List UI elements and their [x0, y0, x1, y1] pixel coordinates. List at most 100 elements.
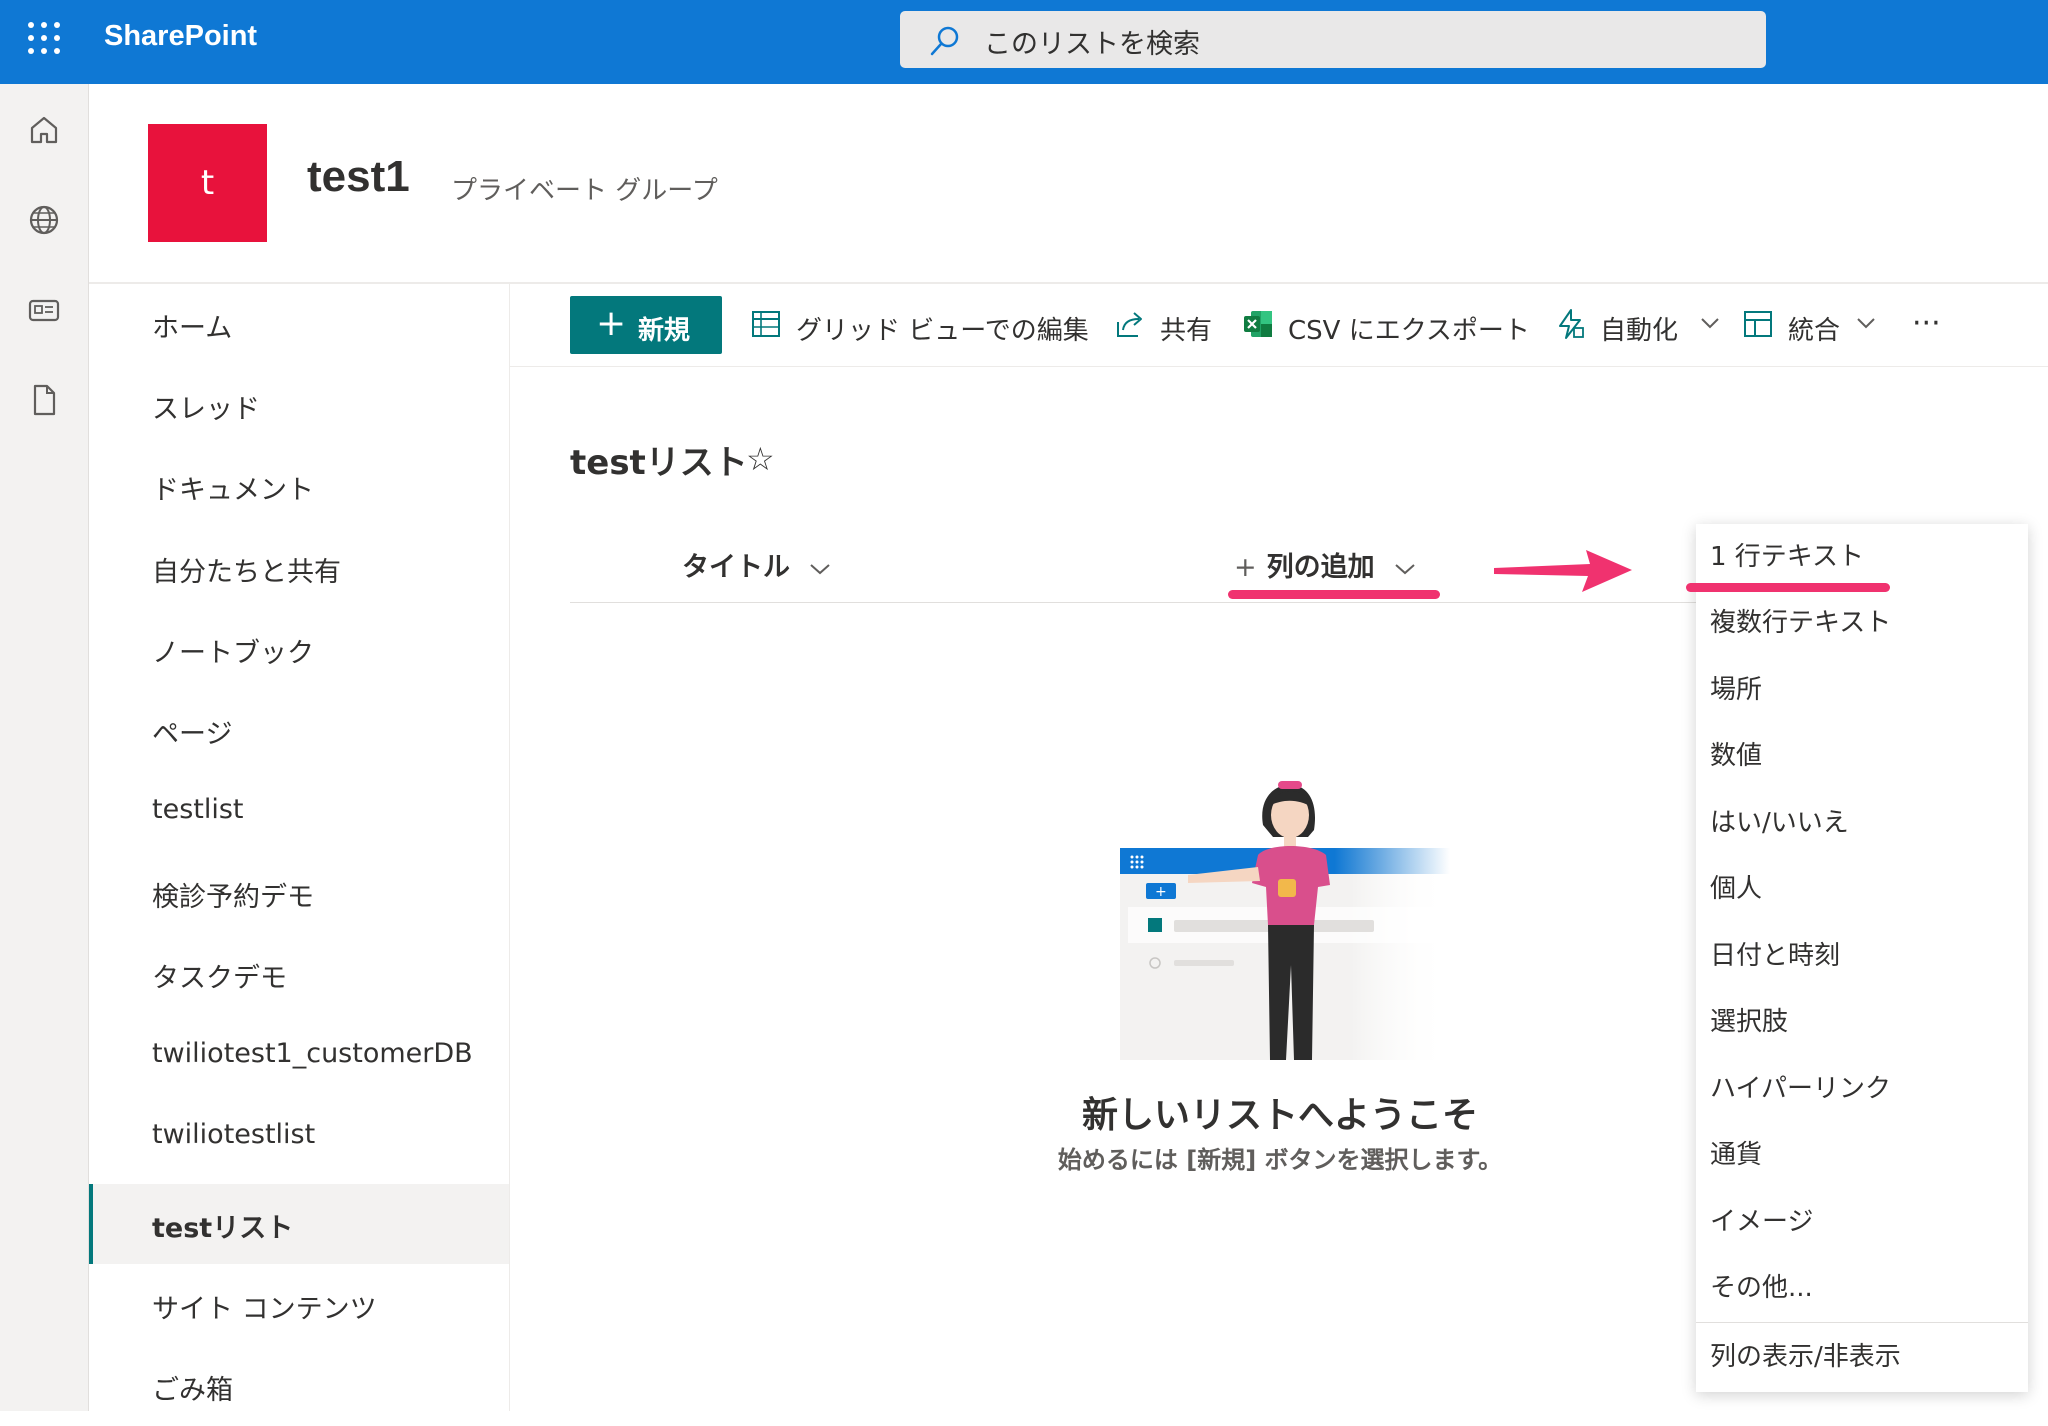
menu-item-label: 1 行テキスト	[1710, 542, 1865, 572]
automate-menu[interactable]: 自動化	[1554, 306, 1719, 346]
menu-item-label: 場所	[1710, 675, 1763, 705]
menu-item-label: 個人	[1710, 874, 1763, 904]
left-navigation: ホーム スレッド ドキュメント 自分たちと共有 ノートブック ページ testl…	[89, 284, 510, 1411]
nav-item-documents[interactable]: ドキュメント	[89, 446, 509, 526]
command-bar: + 新規 グリッド ビューでの編集 共有 CSV にエクスポート 自動化 統合 …	[510, 284, 2048, 367]
menu-item-label: ハイパーリンク	[1710, 1074, 1891, 1104]
menu-item-hyperlink[interactable]: ハイパーリンク	[1696, 1056, 2028, 1114]
nav-item-threads[interactable]: スレッド	[89, 365, 509, 445]
automate-icon	[1559, 309, 1584, 339]
menu-item-label: はい/いいえ	[1710, 808, 1849, 838]
chevron-down-icon	[810, 563, 831, 574]
nav-item-label: ドキュメント	[152, 475, 314, 506]
menu-item-label: 複数行テキスト	[1710, 608, 1892, 638]
menu-item-more[interactable]: その他...	[1696, 1255, 2028, 1313]
nav-item-label: twiliotest1_customerDB	[152, 1038, 473, 1069]
menu-item-location[interactable]: 場所	[1696, 657, 2028, 715]
integrate-icon	[1744, 311, 1772, 337]
nav-item-twiliotestlist[interactable]: twiliotestlist	[89, 1097, 509, 1177]
nav-item-label: ノートブック	[152, 638, 314, 669]
menu-item-label: 日付と時刻	[1710, 941, 1841, 971]
integrate-menu[interactable]: 統合	[1742, 306, 1875, 346]
search-box[interactable]: このリストを検索	[900, 11, 1766, 68]
site-logo[interactable]: t	[148, 124, 267, 242]
menu-item-label: イメージ	[1710, 1207, 1814, 1237]
nav-item-label: testリスト	[152, 1213, 294, 1244]
nav-item-label: タスクデモ	[152, 963, 287, 994]
menu-item-label: 数値	[1710, 741, 1763, 771]
nav-item-site-contents[interactable]: サイト コンテンツ	[89, 1265, 509, 1345]
nav-item-pages[interactable]: ページ	[89, 690, 509, 770]
nav-item-label: 自分たちと共有	[152, 557, 341, 588]
chevron-down-icon	[1701, 318, 1719, 329]
menu-item-show-hide-columns[interactable]: 列の表示/非表示	[1696, 1324, 2028, 1382]
nav-item-notebook[interactable]: ノートブック	[89, 609, 509, 689]
nav-item-shared-with-us[interactable]: 自分たちと共有	[89, 528, 509, 608]
menu-item-label: 選択肢	[1710, 1007, 1789, 1037]
column-header-title[interactable]: タイトル	[682, 545, 831, 584]
menu-item-choice[interactable]: 選択肢	[1696, 989, 2028, 1047]
nav-item-customerdb[interactable]: twiliotest1_customerDB	[89, 1016, 509, 1096]
nav-item-label: testlist	[152, 794, 244, 825]
home-icon[interactable]	[26, 112, 62, 148]
menu-item-multi-line-text[interactable]: 複数行テキスト	[1696, 590, 2028, 648]
export-csv-button[interactable]: CSV にエクスポート	[1242, 306, 1542, 346]
menu-item-number[interactable]: 数値	[1696, 723, 2028, 781]
nav-item-task-demo[interactable]: タスクデモ	[89, 934, 509, 1014]
nav-item-checkup-demo[interactable]: 検診予約デモ	[89, 853, 509, 933]
plus-icon: +	[596, 303, 627, 344]
share-button[interactable]: 共有	[1114, 306, 1224, 346]
menu-item-image[interactable]: イメージ	[1696, 1189, 2028, 1247]
svg-text:+: +	[1155, 884, 1167, 900]
app-name[interactable]: SharePoint	[104, 20, 257, 53]
add-column-menu: 1 行テキスト 複数行テキスト 場所 数値 はい/いいえ 個人 日付と時刻 選択…	[1696, 524, 2028, 1392]
nav-item-label: twiliotestlist	[152, 1119, 316, 1150]
share-label: 共有	[1160, 316, 1213, 346]
grid-edit-button[interactable]: グリッド ビューでの編集	[750, 306, 1090, 346]
site-privacy-label: プライベート グループ	[451, 176, 718, 206]
automate-label: 自動化	[1600, 316, 1679, 346]
menu-item-label: その他...	[1710, 1273, 1813, 1303]
nav-item-testlist[interactable]: testlist	[89, 772, 509, 852]
menu-item-yes-no[interactable]: はい/いいえ	[1696, 790, 2028, 848]
nav-item-home[interactable]: ホーム	[89, 284, 509, 364]
nav-item-label: スレッド	[152, 394, 260, 425]
new-button-label: 新規	[638, 316, 691, 346]
site-title[interactable]: test1	[307, 152, 410, 202]
annotation-underline	[1686, 583, 1890, 592]
more-icon: ···	[1912, 306, 1941, 341]
menu-item-single-line-text[interactable]: 1 行テキスト	[1696, 524, 2028, 582]
list-title: testリスト	[570, 443, 748, 483]
menu-item-date-time[interactable]: 日付と時刻	[1696, 923, 2028, 981]
more-options-button[interactable]: ···	[1912, 306, 1952, 346]
nav-item-label: ページ	[152, 719, 233, 750]
column-header-title-label: タイトル	[682, 552, 790, 583]
globe-icon[interactable]	[26, 202, 62, 238]
menu-item-person[interactable]: 個人	[1696, 856, 2028, 914]
new-button[interactable]: + 新規	[570, 296, 722, 354]
favorite-star-icon[interactable]: ☆	[746, 440, 775, 478]
search-placeholder: このリストを検索	[984, 29, 1200, 60]
add-column-label: 列の追加	[1266, 552, 1375, 583]
grid-edit-label: グリッド ビューでの編集	[796, 316, 1089, 346]
nav-item-test-list[interactable]: testリスト	[89, 1184, 509, 1264]
export-label: CSV にエクスポート	[1288, 316, 1530, 346]
menu-item-currency[interactable]: 通貨	[1696, 1122, 2028, 1180]
annotation-arrow	[1494, 550, 1632, 592]
app-launcher-icon[interactable]	[28, 22, 60, 54]
search-icon	[930, 26, 959, 56]
grid-icon	[752, 311, 780, 337]
integrate-label: 統合	[1788, 316, 1841, 346]
suite-header: SharePoint このリストを検索	[0, 0, 2048, 84]
document-icon[interactable]	[26, 382, 62, 418]
empty-state-title: 新しいリストへようこそ	[1081, 1095, 1478, 1136]
news-icon[interactable]	[26, 292, 62, 328]
nav-item-recycle-bin[interactable]: ごみ箱	[89, 1346, 509, 1426]
nav-item-label: サイト コンテンツ	[152, 1294, 377, 1325]
nav-item-label: 検診予約デモ	[152, 882, 314, 913]
share-icon	[1117, 312, 1142, 337]
add-column-button[interactable]: + 列の追加	[1234, 545, 1416, 584]
chevron-down-icon	[1857, 318, 1875, 329]
menu-item-label: 通貨	[1710, 1140, 1763, 1170]
chevron-down-icon	[1395, 563, 1415, 574]
